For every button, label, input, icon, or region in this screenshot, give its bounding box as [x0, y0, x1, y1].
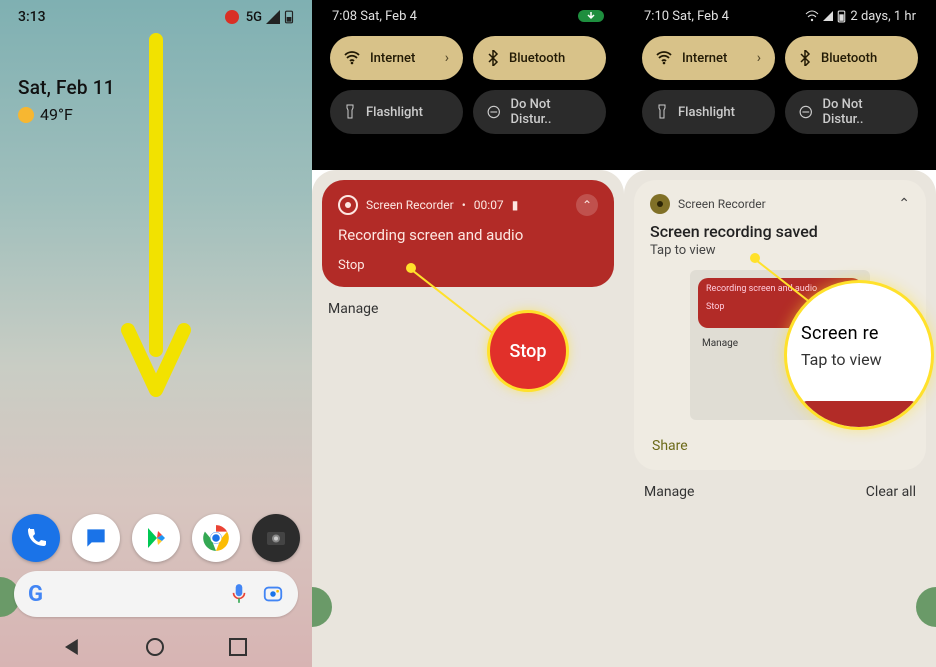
tile-label: Flashlight: [678, 105, 735, 120]
flashlight-icon: [344, 104, 356, 120]
bluetooth-icon: [487, 50, 499, 66]
collapse-chevron-icon[interactable]: ⌃: [898, 196, 910, 212]
google-logo-icon: G: [28, 582, 43, 607]
notification-title: Screen recording saved: [650, 222, 910, 241]
swipe-down-arrow-annotation: [116, 30, 196, 414]
nav-home-icon[interactable]: [146, 638, 164, 656]
tile-label: Do Not Distur..: [823, 97, 904, 127]
internet-tile[interactable]: Internet ›: [330, 36, 463, 80]
flashlight-tile[interactable]: Flashlight: [330, 90, 463, 134]
app-name-label: Screen Recorder: [366, 198, 454, 212]
battery-remaining-label: 2 days, 1 hr: [850, 9, 916, 24]
download-pill-icon: [578, 10, 604, 22]
stop-callout-bubble: Stop: [487, 310, 569, 392]
network-label: 5G: [246, 10, 262, 25]
quick-settings-area: 7:08 Sat, Feb 4 Internet › Bluetooth Flas…: [312, 0, 624, 170]
status-time: 7:10 Sat, Feb 4: [644, 9, 729, 24]
messages-app-icon[interactable]: [72, 514, 120, 562]
nav-back-icon[interactable]: [65, 639, 81, 655]
tile-label: Do Not Distur..: [511, 97, 592, 127]
quick-settings-saved-panel: 7:10 Sat, Feb 4 2 days, 1 hr Internet › B…: [624, 0, 936, 667]
stop-action[interactable]: Stop: [338, 258, 598, 273]
dnd-icon: [799, 105, 813, 119]
recording-indicator-icon: [225, 10, 239, 24]
notification-header: Screen Recorder ⌃: [650, 194, 910, 214]
manage-button[interactable]: Manage: [644, 484, 694, 500]
nav-bar: [0, 627, 312, 667]
flashlight-tile[interactable]: Flashlight: [642, 90, 775, 134]
flashlight-icon: [656, 104, 668, 120]
phone-app-icon[interactable]: [12, 514, 60, 562]
chevron-right-icon: ›: [445, 50, 449, 66]
battery-icon: [284, 10, 294, 24]
battery-icon: [837, 10, 846, 23]
wifi-icon: [344, 50, 360, 66]
play-store-app-icon[interactable]: [132, 514, 180, 562]
quick-settings-tiles: Internet › Bluetooth Flashlight Do Not Di…: [634, 26, 926, 144]
shade-footer: Manage Clear all: [634, 470, 926, 500]
quick-settings-recording-panel: 7:08 Sat, Feb 4 Internet › Bluetooth Flas…: [312, 0, 624, 667]
clear-all-button[interactable]: Clear all: [866, 484, 916, 500]
share-action[interactable]: Share: [652, 438, 908, 454]
app-name-label: Screen Recorder: [678, 197, 766, 211]
quick-settings-tiles: Internet › Bluetooth Flashlight Do Not Di…: [322, 26, 614, 144]
chrome-app-icon[interactable]: [192, 514, 240, 562]
magnifier-title: Screen re: [801, 323, 931, 344]
dnd-icon: [487, 105, 501, 119]
temperature-label: 49°F: [40, 105, 73, 124]
bluetooth-tile[interactable]: Bluetooth: [785, 36, 918, 80]
callout-label: Stop: [509, 341, 546, 362]
signal-icon: [823, 11, 833, 21]
signal-icon: [266, 10, 280, 24]
recorder-app-icon: [650, 194, 670, 214]
elapsed-label: 00:07: [474, 198, 504, 212]
dnd-tile[interactable]: Do Not Distur..: [785, 90, 918, 134]
internet-tile[interactable]: Internet ›: [642, 36, 775, 80]
status-bar: 7:10 Sat, Feb 4 2 days, 1 hr: [634, 0, 926, 26]
mic-icon[interactable]: [230, 583, 248, 605]
magnifier-thumb-slice: [801, 401, 917, 427]
app-dock: [0, 514, 312, 562]
wifi-icon: [656, 50, 672, 66]
status-bar: 7:08 Sat, Feb 4: [322, 0, 614, 26]
bullet: •: [462, 198, 466, 212]
trash-icon: ▮: [512, 198, 519, 212]
chevron-right-icon: ›: [757, 50, 761, 66]
dnd-tile[interactable]: Do Not Distur..: [473, 90, 606, 134]
tile-label: Internet: [370, 51, 415, 66]
lens-icon[interactable]: [262, 583, 284, 605]
bluetooth-icon: [799, 50, 811, 66]
collapse-chevron-icon[interactable]: ⌃: [576, 194, 598, 216]
status-icons: 2 days, 1 hr: [805, 9, 916, 24]
notification-title: Recording screen and audio: [338, 226, 598, 244]
wifi-icon: [805, 10, 819, 22]
status-time: 3:13: [18, 9, 46, 25]
camera-app-icon[interactable]: [252, 514, 300, 562]
tap-to-view-magnifier: Screen re Tap to view: [784, 280, 934, 430]
sun-icon: [18, 107, 34, 123]
magnifier-subtitle: Tap to view: [801, 350, 931, 369]
home-screen-panel: 3:13 5G Sat, Feb 11 49°F G: [0, 0, 312, 667]
tile-label: Bluetooth: [821, 51, 877, 66]
notification-shade: Screen Recorder • 00:07 ▮ ⌃ Recording sc…: [312, 170, 624, 667]
tile-label: Bluetooth: [509, 51, 565, 66]
notification-subtitle: Tap to view: [650, 243, 910, 258]
tile-label: Internet: [682, 51, 727, 66]
quick-settings-area: 7:10 Sat, Feb 4 2 days, 1 hr Internet › B…: [624, 0, 936, 170]
nav-recents-icon[interactable]: [229, 638, 247, 656]
google-search-bar[interactable]: G: [14, 571, 298, 617]
status-time: 7:08 Sat, Feb 4: [332, 9, 417, 24]
status-icons: 5G: [225, 10, 294, 25]
recorder-app-icon: [338, 195, 358, 215]
screen-recorder-notification[interactable]: Screen Recorder • 00:07 ▮ ⌃ Recording sc…: [322, 180, 614, 287]
notification-header: Screen Recorder • 00:07 ▮ ⌃: [338, 194, 598, 216]
tile-label: Flashlight: [366, 105, 423, 120]
status-bar: 3:13 5G: [0, 0, 312, 28]
bluetooth-tile[interactable]: Bluetooth: [473, 36, 606, 80]
